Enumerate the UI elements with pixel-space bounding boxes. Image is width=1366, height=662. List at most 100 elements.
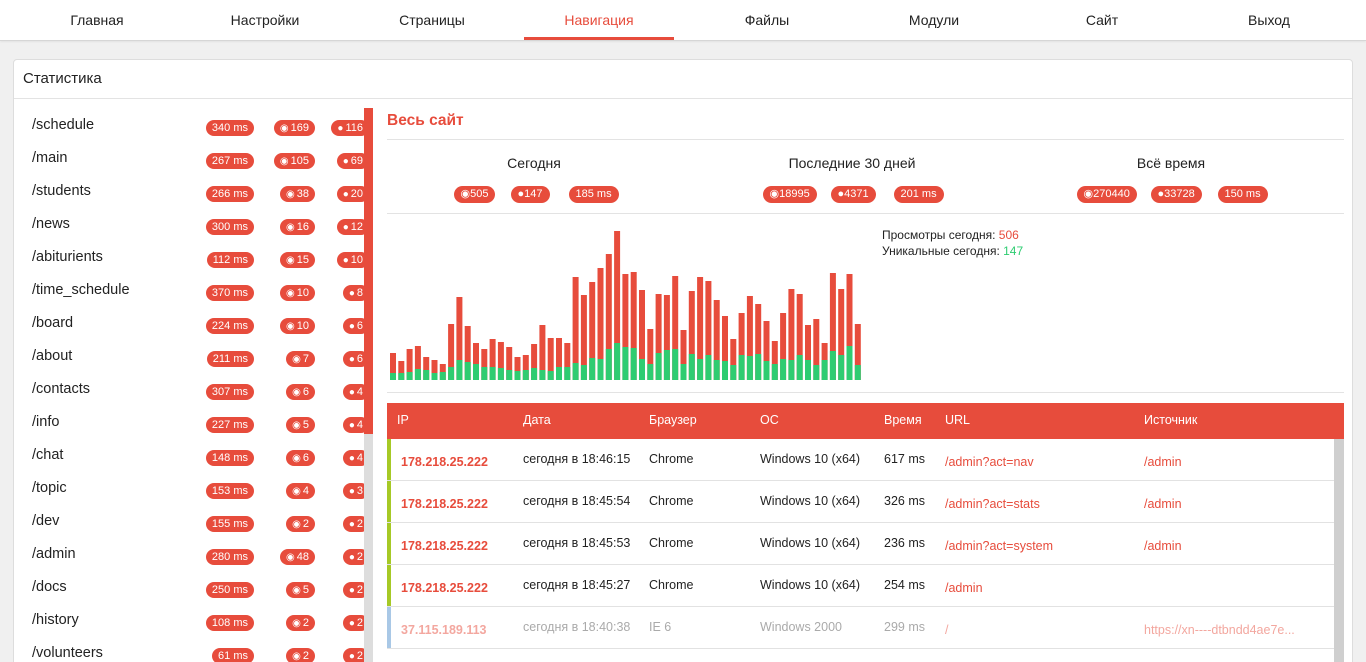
- table-row[interactable]: 178.218.25.222 сегодня в 18:45:54 Chrome Wi…: [387, 481, 1334, 523]
- nav-modules[interactable]: Модули: [859, 0, 1009, 40]
- unique-bar: [547, 371, 554, 380]
- cell-browser: Chrome: [649, 536, 694, 550]
- th-ip[interactable]: IP: [397, 413, 409, 427]
- page-path[interactable]: /main: [32, 150, 67, 166]
- views-badge-value: 10: [296, 287, 309, 299]
- page-path[interactable]: /chat: [32, 447, 63, 463]
- page-row[interactable]: /volunteers 61 ms ◉ 2 ● 2: [14, 645, 369, 662]
- page-row[interactable]: /schedule 340 ms ◉ 169 ● 116: [14, 117, 369, 150]
- page-row[interactable]: /docs 250 ms ◉ 5 ● 2: [14, 579, 369, 612]
- views-badge-value: 5: [302, 419, 309, 431]
- page-row[interactable]: /about 211 ms ◉ 7 ● 6: [14, 348, 369, 381]
- cell-source[interactable]: /admin: [1144, 539, 1182, 553]
- load-time-badge: 227 ms: [205, 417, 254, 433]
- th-date[interactable]: Дата: [523, 413, 551, 427]
- users-badge-value: 3: [356, 485, 363, 497]
- views-badge-value: 2: [302, 518, 309, 530]
- page-path[interactable]: /topic: [32, 480, 67, 496]
- table-row[interactable]: 37.115.189.113 сегодня в 18:40:38 IE 6 Wind…: [387, 607, 1334, 649]
- eye-icon: ◉: [292, 618, 301, 629]
- table-scrollbar[interactable]: [1334, 439, 1344, 662]
- views-badge-value: 16: [296, 221, 309, 233]
- unique-bar: [730, 365, 737, 380]
- cell-time: 299 ms: [884, 620, 925, 634]
- unique-bar: [829, 351, 836, 380]
- nav-home[interactable]: Главная: [22, 0, 172, 40]
- nav-navigation[interactable]: Навигация: [524, 0, 674, 40]
- th-os[interactable]: ОС: [760, 413, 779, 427]
- page-row[interactable]: /abiturients 112 ms ◉ 15 ● 10: [14, 249, 369, 282]
- page-path[interactable]: /board: [32, 315, 73, 331]
- page-path[interactable]: /students: [32, 183, 91, 199]
- eye-icon: ◉: [292, 585, 301, 596]
- page-path[interactable]: /contacts: [32, 381, 90, 397]
- page-row[interactable]: /info 227 ms ◉ 5 ● 4: [14, 414, 369, 447]
- cell-os: Windows 10 (x64): [760, 536, 861, 550]
- page-path[interactable]: /about: [32, 348, 72, 364]
- cell-source[interactable]: /admin: [1144, 455, 1182, 469]
- period-users-badge-value: 147: [524, 188, 543, 200]
- unique-bar: [813, 365, 820, 380]
- page-row[interactable]: /dev 155 ms ◉ 2 ● 2: [14, 513, 369, 546]
- unique-bar: [556, 367, 562, 380]
- views-badge: ◉ 6: [286, 384, 315, 400]
- page-path[interactable]: /docs: [32, 579, 67, 595]
- page-row[interactable]: /main 267 ms ◉ 105 ● 69: [14, 150, 369, 183]
- page-path[interactable]: /time_schedule: [32, 282, 130, 298]
- cell-url[interactable]: /admin?act=nav: [945, 455, 1034, 469]
- list-scrollbar-track[interactable]: [364, 434, 373, 662]
- page-path[interactable]: /history: [32, 612, 79, 628]
- page-row[interactable]: /time_schedule 370 ms ◉ 10 ● 8: [14, 282, 369, 315]
- nav-site[interactable]: Сайт: [1027, 0, 1177, 40]
- eye-icon: ◉: [279, 156, 289, 167]
- page-row[interactable]: /students 266 ms ◉ 38 ● 20: [14, 183, 369, 216]
- page-path[interactable]: /schedule: [32, 117, 94, 133]
- cell-ip[interactable]: 37.115.189.113: [401, 623, 487, 637]
- list-scrollbar-thumb[interactable]: [364, 108, 373, 434]
- th-url[interactable]: URL: [945, 413, 970, 427]
- cell-source[interactable]: https://xn----dtbndd4ae7e...: [1144, 623, 1295, 637]
- page-row[interactable]: /history 108 ms ◉ 2 ● 2: [14, 612, 369, 645]
- page-row[interactable]: /admin 280 ms ◉ 48 ● 2: [14, 546, 369, 579]
- cell-ip[interactable]: 178.218.25.222: [401, 497, 488, 511]
- nav-files[interactable]: Файлы: [692, 0, 842, 40]
- cell-url[interactable]: /admin: [945, 581, 983, 595]
- page-path[interactable]: /info: [32, 414, 59, 430]
- th-source[interactable]: Источник: [1144, 413, 1197, 427]
- cell-ip[interactable]: 178.218.25.222: [401, 455, 488, 469]
- nav-settings[interactable]: Настройки: [190, 0, 340, 40]
- page-row[interactable]: /chat 148 ms ◉ 6 ● 4: [14, 447, 369, 480]
- th-time[interactable]: Время: [884, 413, 922, 427]
- legend-unique-label: Уникальные сегодня:: [882, 244, 1000, 258]
- users-badge-value: 12: [350, 221, 363, 233]
- user-icon: ●: [348, 387, 355, 398]
- period-label: Сегодня: [507, 155, 561, 171]
- cell-ip[interactable]: 178.218.25.222: [401, 539, 488, 553]
- views-badge-value: 169: [290, 122, 309, 134]
- cell-browser: Chrome: [649, 452, 694, 466]
- page-path[interactable]: /dev: [32, 513, 59, 529]
- cell-date: сегодня в 18:40:38: [523, 620, 631, 634]
- cell-url[interactable]: /admin?act=system: [945, 539, 1053, 553]
- cell-source[interactable]: /admin: [1144, 497, 1182, 511]
- page-path[interactable]: /volunteers: [32, 645, 103, 661]
- page-path[interactable]: /admin: [32, 546, 76, 562]
- table-row[interactable]: 178.218.25.222 сегодня в 18:45:27 Chrome Wi…: [387, 565, 1334, 607]
- table-row[interactable]: 178.218.25.222 сегодня в 18:45:53 Chrome Wi…: [387, 523, 1334, 565]
- page-path[interactable]: /abiturients: [32, 249, 103, 265]
- cell-url[interactable]: /admin?act=stats: [945, 497, 1040, 511]
- page-row[interactable]: /board 224 ms ◉ 10 ● 6: [14, 315, 369, 348]
- nav-logout[interactable]: Выход: [1194, 0, 1344, 40]
- table-row[interactable]: 178.218.25.222 сегодня в 18:46:15 Chrome Wi…: [387, 439, 1334, 481]
- page-row[interactable]: /contacts 307 ms ◉ 6 ● 4: [14, 381, 369, 414]
- page-row[interactable]: /news 300 ms ◉ 16 ● 12: [14, 216, 369, 249]
- page-path[interactable]: /news: [32, 216, 70, 232]
- th-browser[interactable]: Браузер: [649, 413, 697, 427]
- load-time-badge: 266 ms: [205, 186, 254, 202]
- user-icon: ●: [348, 453, 355, 464]
- cell-browser: Chrome: [649, 494, 694, 508]
- nav-pages[interactable]: Страницы: [357, 0, 507, 40]
- cell-ip[interactable]: 178.218.25.222: [401, 581, 488, 595]
- page-row[interactable]: /topic 153 ms ◉ 4 ● 3: [14, 480, 369, 513]
- cell-url[interactable]: /: [945, 623, 948, 637]
